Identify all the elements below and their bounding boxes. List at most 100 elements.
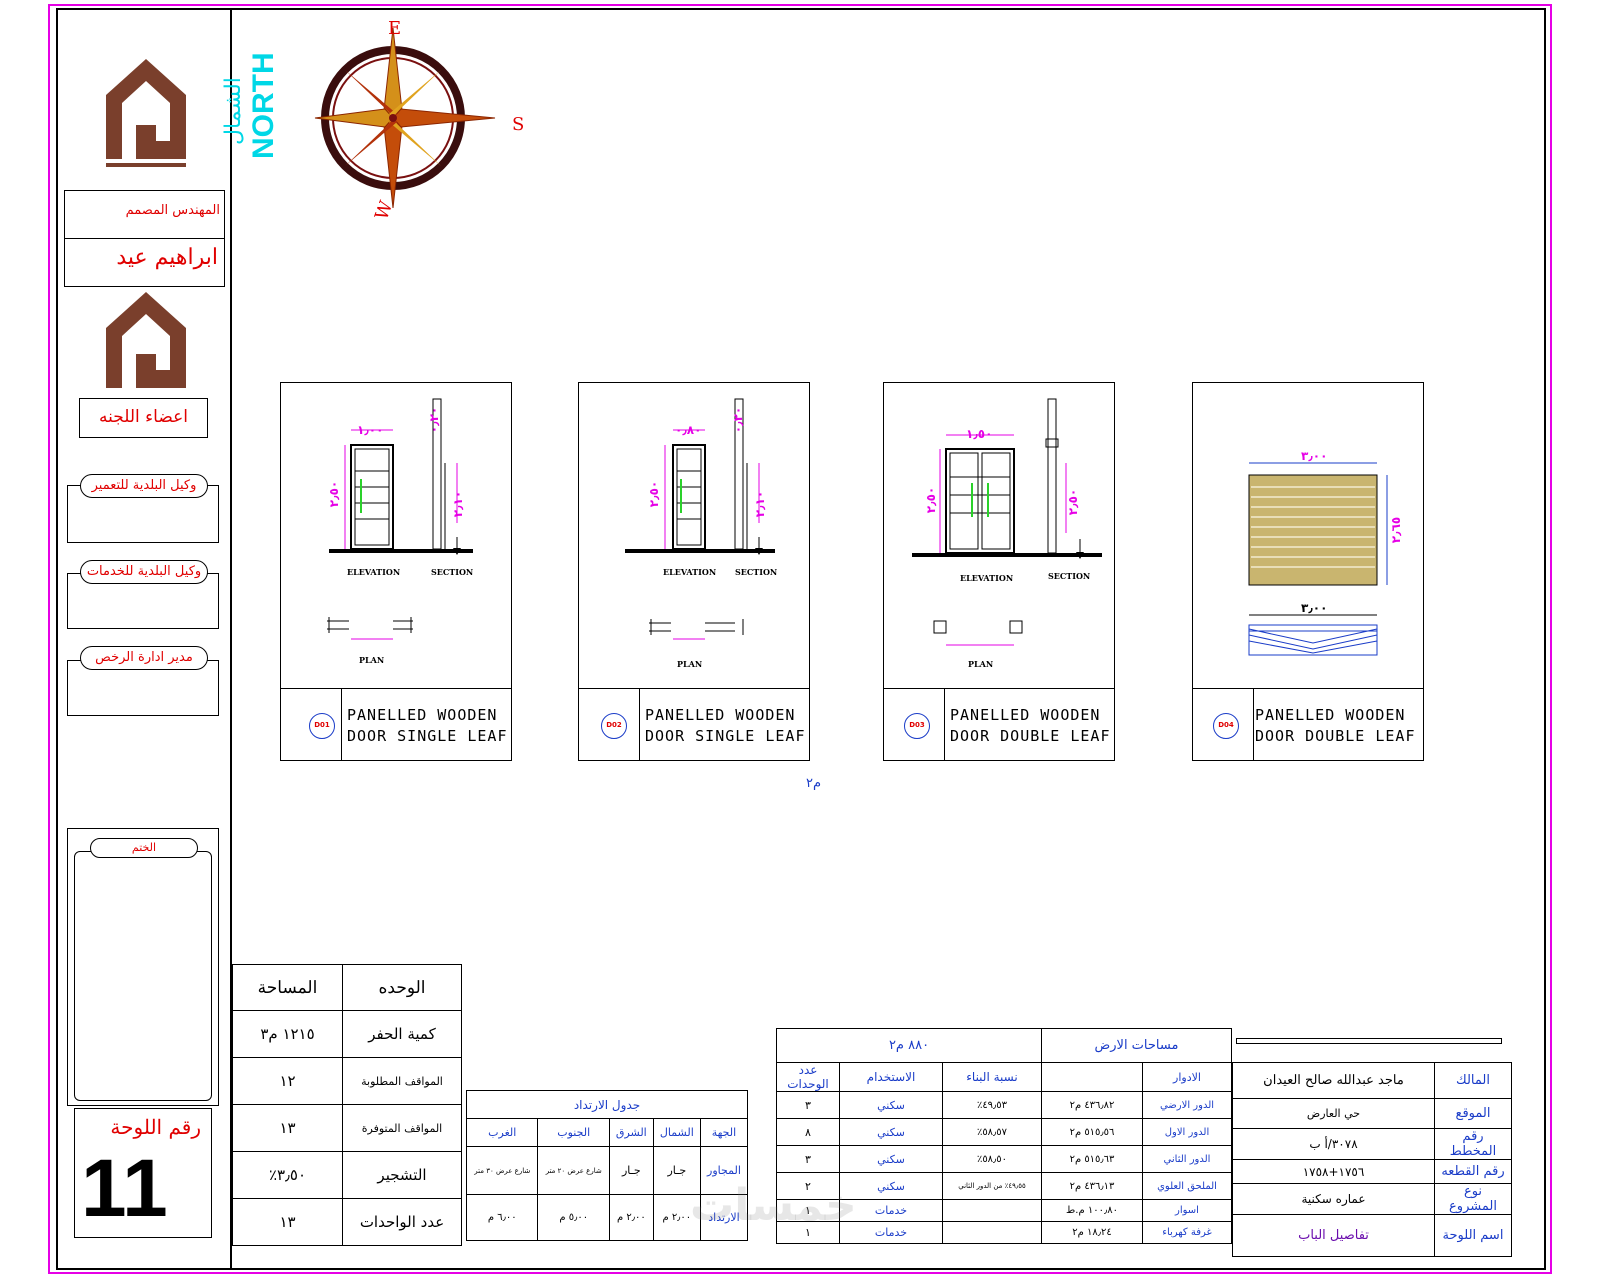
summary-key: المواقف المتوفرة — [342, 1104, 462, 1152]
door-2-thickness: ٠٫٢٠ — [731, 406, 746, 434]
compass-s: S — [512, 114, 525, 135]
areas-cell: الملحق العلوي — [1142, 1172, 1232, 1200]
door-1-height: ٢٫٥٠ — [327, 480, 342, 508]
door-1-title-line1: PANELLED WOODEN — [347, 706, 498, 724]
door-1-section-label: SECTION — [431, 567, 474, 577]
areas-cell: ١٨٫٢٤ م٢ — [1041, 1221, 1143, 1244]
designer-label: المهندس المصمم — [125, 203, 220, 218]
areas-title: مساحات الارض — [1041, 1028, 1232, 1063]
summary-key: عدد الواحدات — [342, 1198, 462, 1246]
designer-name: ابراهيم عيد — [116, 245, 218, 270]
setback-header: الجنوب — [537, 1118, 610, 1147]
areas-cell: الدور الاول — [1142, 1118, 1232, 1146]
areas-cell: ٣ — [776, 1091, 840, 1119]
setback-header: الشرق — [608, 1118, 654, 1147]
door-1-elevation-label: ELEVATION — [347, 567, 401, 577]
areas-cell: ١٠٠٫٨٠ م.ط — [1041, 1199, 1143, 1222]
door-1-title-line2: DOOR SINGLE LEAF — [347, 727, 508, 745]
door-3-section-label: SECTION — [1048, 571, 1091, 581]
north-label-ar-wrap: الشمال — [221, 71, 273, 151]
location-value: حي العارض — [1232, 1098, 1435, 1129]
location-label: الموقع — [1434, 1098, 1512, 1129]
door-1-width: ١٫٠٠ — [357, 423, 384, 437]
areas-cell: ٤٩٫٥٥٪ من الدور الثاني — [942, 1172, 1042, 1200]
sheet-name-value: تفاصيل الباب — [1232, 1214, 1435, 1257]
areas-cell: ٤٣٦٫١٣ م٢ — [1041, 1172, 1143, 1200]
door-panel-4[interactable]: ٣٫٠٠ ٢٫٦٥ ٣٫٠٠ D04 PANELLED WOODEN DOOR … — [1192, 382, 1424, 761]
areas-cell: ٣ — [776, 1145, 840, 1173]
plot-no-value: ١٧٥٦+١٧٥٨ — [1232, 1159, 1435, 1184]
owner-value: ماجد عبدالله صالح العيدان — [1232, 1062, 1435, 1099]
door-panel-2[interactable]: ٠٫٨٠ ٠٫٢٠ ٢٫٥٠ ٢٫١٠ ELEVATION SECTION PL… — [578, 382, 810, 761]
door-2-title-line1: PANELLED WOODEN — [645, 706, 796, 724]
summary-header-unit: الوحده — [342, 964, 462, 1011]
setback-cell: شارع عرض ٢٠ متر — [537, 1146, 610, 1195]
owner-label: المالك — [1434, 1062, 1512, 1099]
setback-header: الغرب — [465, 1118, 539, 1147]
door-2-height: ٢٫٥٠ — [647, 480, 662, 508]
door-4-width2: ٣٫٠٠ — [1301, 601, 1328, 615]
areas-cell: الدور الثاني — [1142, 1145, 1232, 1173]
areas-total: ٨٨٠ م٢ — [776, 1028, 1042, 1063]
door-3-height2: ٢٫٥٠ — [1066, 488, 1081, 516]
areas-cell: ٥١٥٫٦٣ م٢ — [1041, 1145, 1143, 1173]
stray-unit-label: م٢ — [806, 776, 822, 791]
summary-key: المواقف المطلوبة — [342, 1057, 462, 1105]
door-panel-3[interactable]: ١٫٥٠ ٢٫٥٠ ٢٫٥٠ ELEVATION SECTION PLAN D0… — [883, 382, 1115, 761]
sheet-name-label: اسم اللوحة — [1434, 1214, 1512, 1257]
door-3-width: ١٫٥٠ — [966, 427, 993, 441]
door-panel-1[interactable]: ١٫٠٠ ٠٫٢٠ ٢٫٥٠ ٢٫١٠ ELEVATION SECTION PL… — [280, 382, 512, 761]
areas-header: نسبة البناء — [942, 1062, 1042, 1092]
door-3-title-line2: DOOR DOUBLE LEAF — [950, 727, 1111, 745]
sheet-number-box: رقم اللوحة 11 — [74, 1108, 212, 1238]
signature-label-3: مدير ادارة الرخص — [80, 646, 208, 670]
areas-cell: ٥٨٫٥٧٪ — [942, 1118, 1042, 1146]
door-2-section-label: SECTION — [735, 567, 778, 577]
door-3-elevation-label: ELEVATION — [960, 573, 1014, 583]
setback-cell: شارع عرض ٣٠ متر — [465, 1146, 539, 1195]
door-2-width: ٠٫٨٠ — [675, 423, 702, 437]
info-header-bar — [1236, 1038, 1502, 1044]
door-2-plan-label: PLAN — [677, 659, 703, 669]
areas-cell: ٨ — [776, 1118, 840, 1146]
door-1-thickness: ٠٫٢٠ — [427, 406, 442, 434]
door-2-elevation-label: ELEVATION — [663, 567, 717, 577]
setback-cell: ٦٫٠٠ م — [465, 1194, 539, 1241]
designer-box: المهندس المصمم ابراهيم عيد — [64, 190, 225, 287]
door-3-plan-label: PLAN — [968, 659, 994, 669]
door-4-width: ٣٫٠٠ — [1301, 449, 1328, 463]
setback-header: الشمال — [652, 1118, 701, 1147]
project-type-value: عماره سكنية — [1232, 1183, 1435, 1215]
north-label-ar: الشمال — [221, 77, 246, 145]
door-2-title-line2: DOOR SINGLE LEAF — [645, 727, 806, 745]
project-info-table: المالك ماجد عبدالله صالح العيدان الموقع حي… — [1232, 1062, 1512, 1257]
plot-no-label: رقم القطعه — [1434, 1159, 1512, 1184]
summary-key: كمية الحفر — [342, 1010, 462, 1058]
summary-value: ١٢١٥ م٣ — [232, 1010, 343, 1058]
door-4-title-line1: PANELLED WOODEN — [1255, 706, 1406, 724]
north-arrow — [300, 20, 540, 234]
signature-label-2: وكيل البلدية للخدمات — [80, 560, 208, 584]
door-4-badge-icon: D04 — [1213, 713, 1239, 739]
stamp-label: الختم — [90, 838, 198, 858]
areas-cell: سكني — [839, 1091, 943, 1119]
setback-cell: ٢٫٠٠ م — [608, 1194, 654, 1241]
committee-label: اعضاء اللجنه — [79, 398, 208, 438]
setback-title: جدول الارتداد — [466, 1090, 748, 1119]
stamp-box[interactable] — [67, 828, 219, 1106]
areas-cell: ٤٣٦٫٨٢ م٢ — [1041, 1091, 1143, 1119]
summary-key: التشجير — [342, 1151, 462, 1199]
areas-cell: الدور الارضي — [1142, 1091, 1232, 1119]
company-logo-top — [100, 55, 192, 181]
areas-header: الاستخدام — [839, 1062, 943, 1092]
door-4-title-line2: DOOR DOUBLE LEAF — [1255, 727, 1416, 745]
setback-header: الجهة — [699, 1118, 749, 1147]
sheet-number-label: رقم اللوحة — [110, 1115, 201, 1139]
areas-cell: ٥٨٫٥٠٪ — [942, 1145, 1042, 1173]
areas-cell: ٤٩٫٥٣٪ — [942, 1091, 1042, 1119]
summary-header-area: المساحة — [232, 964, 343, 1011]
areas-header: الادوار — [1142, 1062, 1232, 1092]
areas-header: عدد الوحدات — [776, 1062, 840, 1092]
company-logo-bottom — [100, 288, 192, 396]
door-3-height: ٢٫٥٠ — [924, 486, 939, 514]
